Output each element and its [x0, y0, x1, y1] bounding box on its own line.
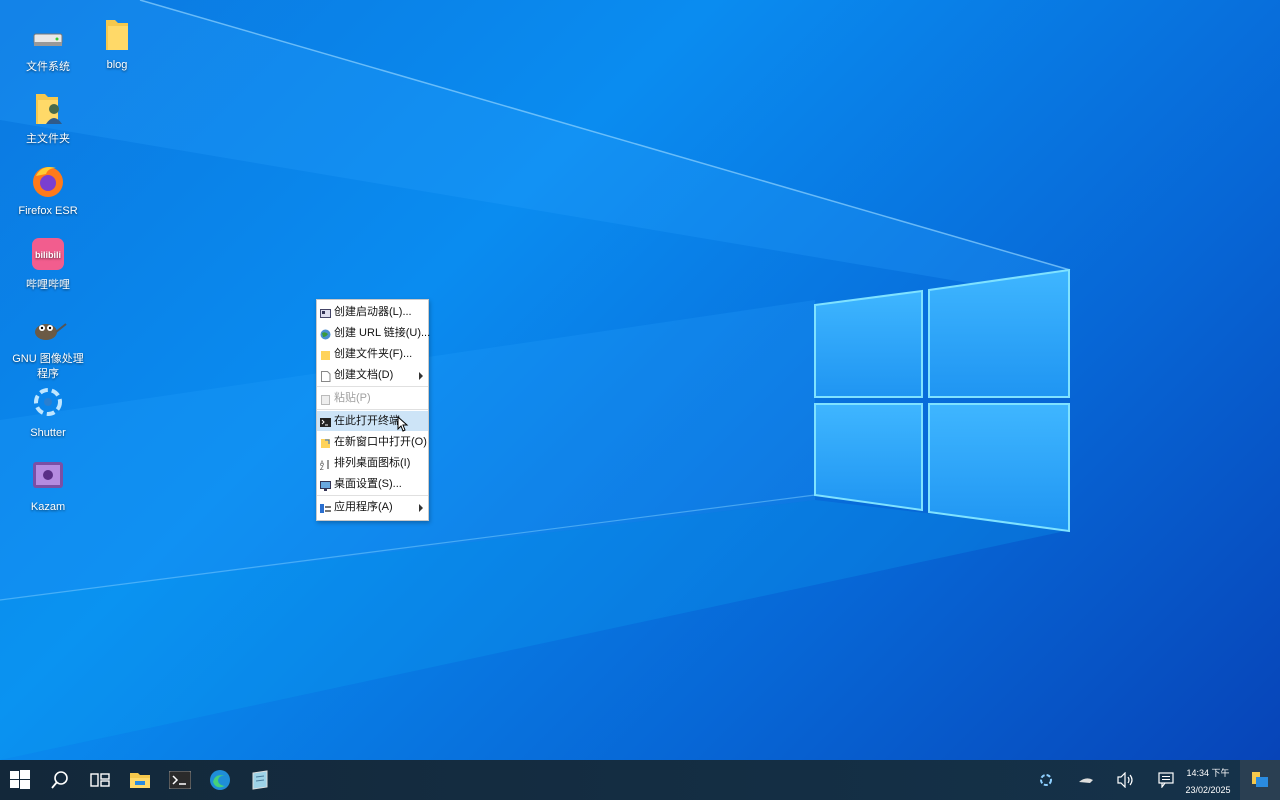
shutter-tray-icon	[1040, 774, 1052, 786]
sort-icon: AZ	[320, 457, 331, 472]
menu-item-create-url-link[interactable]: 创建 URL 链接(U)...	[317, 323, 430, 343]
search-button[interactable]	[40, 760, 80, 800]
menu-separator	[317, 495, 428, 496]
desktop-icon-label: 哔哩哔哩	[26, 279, 70, 291]
menu-item-create-launcher[interactable]: 创建启动器(L)...	[317, 302, 428, 322]
kazam-icon	[28, 458, 68, 498]
submenu-arrow-icon	[419, 372, 423, 380]
desktop-icon-firefox[interactable]: Firefox ESR	[5, 162, 91, 219]
globe-icon	[320, 327, 331, 340]
desktop-icon-label: blog	[106, 59, 128, 71]
paste-icon	[320, 392, 331, 405]
clock-date: 23/02/2025	[1185, 785, 1231, 795]
edge-icon	[210, 770, 230, 790]
clock-time: 14:34 下午	[1186, 768, 1230, 778]
desktop-icon-shutter[interactable]: Shutter	[5, 384, 91, 441]
task-view-button[interactable]	[80, 760, 120, 800]
file-explorer-icon	[130, 773, 150, 788]
menu-item-create-document[interactable]: 创建文档(D)	[317, 365, 428, 385]
taskbar-clock[interactable]: 14:34 下午 23/02/2025	[1180, 760, 1236, 800]
tray-shutter[interactable]	[1026, 760, 1066, 800]
desktop-icon-blog[interactable]: blog	[74, 16, 160, 73]
desktop[interactable]: 文件系统 blog 主文件夹 Firefox ESR bilibili 哔哩哔哩…	[0, 0, 1280, 760]
document-icon	[320, 369, 331, 382]
menu-item-open-terminal-here[interactable]: 在此打开终端	[317, 411, 428, 431]
tray-volume[interactable]	[1106, 760, 1146, 800]
menu-item-create-folder[interactable]: 创建文件夹(F)...	[317, 344, 428, 364]
desktop-icon-label: Shutter	[30, 427, 66, 439]
tray-network[interactable]	[1066, 760, 1106, 800]
start-button[interactable]	[0, 760, 40, 800]
mouse-cursor-icon	[397, 416, 409, 432]
search-icon	[51, 771, 68, 789]
desktop-icon-kazam[interactable]: Kazam	[5, 458, 91, 515]
menu-separator	[317, 409, 428, 410]
desktop-icon-bilibili[interactable]: bilibili 哔哩哔哩	[5, 236, 91, 293]
firefox-icon	[28, 162, 68, 202]
desktop-icon-home[interactable]: 主文件夹	[5, 90, 91, 147]
file-explorer-button[interactable]	[120, 760, 160, 800]
start-icon	[10, 770, 30, 789]
taskbar: 14:34 下午 23/02/2025	[0, 760, 1280, 800]
menu-item-applications[interactable]: 应用程序(A)	[317, 497, 428, 517]
menu-separator	[317, 386, 428, 387]
notes-app-icon	[252, 770, 268, 790]
notification-icon	[1158, 772, 1174, 788]
terminal-icon	[320, 415, 331, 427]
applications-icon	[320, 501, 331, 513]
desktop-icon-label: Kazam	[30, 501, 66, 513]
desktop-settings-icon	[320, 478, 331, 491]
desktop-icon-label: Firefox ESR	[18, 205, 78, 217]
desktop-icon-gimp[interactable]: GNU 图像处理程序	[5, 310, 91, 382]
menu-item-desktop-settings[interactable]: 桌面设置(S)...	[317, 474, 428, 494]
task-view-icon	[90, 773, 110, 787]
launcher-icon	[320, 306, 331, 318]
shutter-icon	[28, 384, 68, 424]
action-center-icon	[1252, 772, 1268, 787]
home-folder-icon	[28, 90, 68, 130]
svg-text:bilibili: bilibili	[35, 250, 61, 260]
show-desktop-button[interactable]	[1240, 760, 1280, 800]
desktop-icon-label: 主文件夹	[26, 133, 70, 145]
terminal-icon	[169, 771, 191, 789]
wallpaper	[0, 0, 1071, 760]
menu-item-arrange-icons[interactable]: AZ 排列桌面图标(I)	[317, 453, 428, 473]
svg-text:Z: Z	[320, 466, 324, 470]
notes-app-button[interactable]	[240, 760, 280, 800]
gimp-icon	[28, 310, 68, 350]
network-icon	[1079, 778, 1093, 783]
folder-icon	[320, 348, 331, 360]
terminal-button[interactable]	[160, 760, 200, 800]
menu-item-open-new-window[interactable]: 在新窗口中打开(O)	[317, 432, 428, 452]
desktop-icon-label: GNU 图像处理程序	[12, 353, 84, 380]
drive-icon	[28, 18, 68, 58]
menu-item-paste: 粘贴(P)	[317, 388, 428, 408]
folder-icon	[97, 16, 137, 56]
edge-button[interactable]	[200, 760, 240, 800]
open-window-icon	[320, 436, 331, 448]
bilibili-icon: bilibili	[28, 236, 68, 276]
desktop-context-menu: 创建启动器(L)... 创建 URL 链接(U)... 创建文件夹(F)... …	[316, 299, 430, 521]
submenu-arrow-icon	[419, 504, 423, 512]
volume-icon	[1117, 772, 1133, 788]
